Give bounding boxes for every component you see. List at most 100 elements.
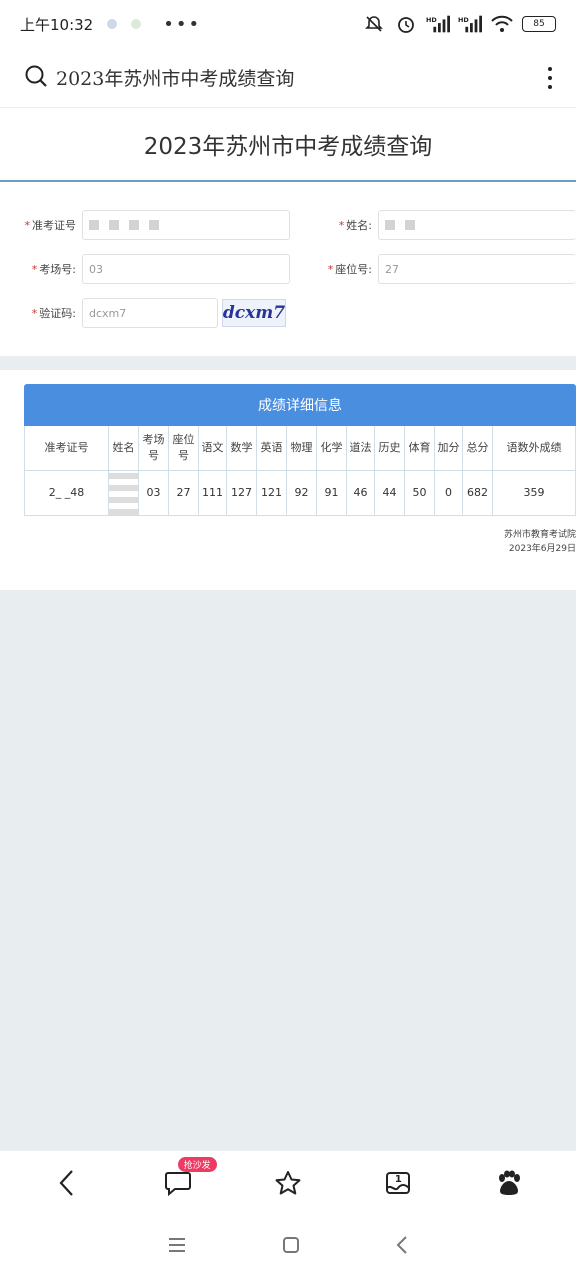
column-value: 92	[294, 486, 309, 500]
signal-icon: HD	[426, 14, 450, 34]
notification-icons: •••	[107, 14, 201, 35]
column-header: 道法	[347, 426, 374, 471]
column-value: 46	[353, 486, 368, 500]
column-header: 语数外成绩	[493, 426, 575, 471]
name-label: * 姓名:	[338, 219, 372, 232]
column-value: 03	[146, 486, 161, 500]
result-column: 语文 111	[199, 426, 227, 515]
back-button[interactable]	[47, 1163, 87, 1203]
column-value: 27	[176, 486, 191, 500]
signal-icon: HD	[458, 14, 482, 34]
column-header: 化学	[317, 426, 346, 471]
column-header: 姓名	[109, 426, 138, 471]
room-row: * 考场号: 03	[14, 254, 290, 284]
column-value: 682	[467, 486, 488, 500]
column-header: 座位号	[169, 426, 198, 471]
column-value: 359	[523, 486, 545, 500]
browser-bottom-bar: 抢沙发 1	[0, 1150, 576, 1214]
result-column: 考场号 03	[139, 426, 169, 515]
search-query[interactable]: 2023年苏州市中考成绩查询	[56, 64, 294, 91]
system-nav-bar	[0, 1214, 576, 1280]
room-input[interactable]: 03	[82, 254, 290, 284]
column-header: 体育	[405, 426, 434, 471]
tab-count: 1	[394, 1173, 402, 1185]
column-header: 物理	[287, 426, 316, 471]
battery-level: 85	[533, 19, 545, 29]
captcha-input[interactable]: dcxm7	[82, 298, 218, 328]
column-header: 语文	[199, 426, 226, 471]
room-label: * 考场号:	[31, 263, 76, 276]
ticket-label: * 准考证号	[24, 219, 77, 232]
column-value: 111	[202, 486, 223, 500]
back-nav-icon[interactable]	[395, 1235, 409, 1259]
result-column: 化学 91	[317, 426, 347, 515]
footer-date: 2023年6月29日	[508, 544, 576, 554]
svg-text:HD: HD	[426, 16, 437, 24]
ticket-row: * 准考证号	[14, 210, 290, 240]
result-column: 准考证号 2_ _48	[25, 426, 109, 515]
result-column: 姓名	[109, 426, 139, 515]
alarm-icon	[394, 14, 418, 34]
comment-button[interactable]: 抢沙发	[158, 1156, 217, 1203]
captcha-row: * 验证码: dcxm7 dcxm7	[14, 298, 286, 328]
column-header: 加分	[435, 426, 462, 471]
captcha-image[interactable]: dcxm7	[222, 299, 286, 327]
column-header: 英语	[257, 426, 286, 471]
result-column: 座位号 27	[169, 426, 199, 515]
svg-text:HD: HD	[458, 16, 469, 24]
column-header: 准考证号	[25, 426, 108, 471]
page-title: 2023年苏州市中考成绩查询	[143, 134, 433, 160]
ticket-input[interactable]	[82, 210, 290, 240]
column-header: 考场号	[139, 426, 168, 471]
column-value: 44	[382, 486, 397, 500]
column-header: 历史	[375, 426, 404, 471]
result-column: 语数外成绩 359	[493, 426, 575, 515]
code-label: * 验证码:	[31, 307, 76, 320]
browser-search-bar[interactable]: 2023年苏州市中考成绩查询	[0, 48, 576, 108]
page-header: 2023年苏州市中考成绩查询	[0, 108, 576, 182]
status-time: 上午10:32	[20, 15, 94, 34]
app-notification-icon	[107, 19, 118, 29]
result-header: 成绩详细信息	[24, 384, 576, 426]
result-column: 道法 46	[347, 426, 375, 515]
battery-icon: 85	[522, 16, 556, 32]
result-column: 总分 682	[463, 426, 493, 515]
name-input[interactable]	[378, 210, 576, 240]
home-nav-icon[interactable]	[281, 1235, 301, 1259]
column-value: 50	[412, 486, 427, 500]
column-value: 127	[231, 486, 252, 500]
result-column: 英语 121	[257, 426, 287, 515]
query-form: * 准考证号 * 姓名: * 考场号: 03 * 座位号: 27 * 验证码: dcxm7…	[0, 182, 576, 356]
result-column: 历史 44	[375, 426, 405, 515]
more-menu-icon[interactable]	[548, 66, 552, 89]
more-notifications-icon: •••	[163, 13, 202, 35]
name-row: * 姓名:	[310, 210, 576, 240]
result-section: 成绩详细信息 准考证号 2_ _48 姓名 考场号 03 座位号 27 语文 111 数学 127 英…	[0, 370, 576, 590]
status-bar: 上午10:32 ••• HD HD 85	[0, 0, 576, 48]
column-header: 总分	[463, 426, 492, 471]
wifi-icon	[490, 14, 514, 34]
search-icon[interactable]	[24, 64, 48, 92]
column-value: 121	[261, 486, 282, 500]
column-value: 91	[324, 486, 339, 500]
result-column: 物理 92	[287, 426, 317, 515]
result-column: 加分 0	[435, 426, 463, 515]
seat-label: * 座位号:	[327, 263, 372, 276]
result-column: 体育 50	[405, 426, 435, 515]
column-value	[109, 470, 138, 515]
app-notification-icon	[131, 19, 142, 29]
column-header: 数学	[227, 426, 256, 471]
column-value: 0	[445, 486, 452, 500]
tabs-button[interactable]: 1	[378, 1163, 418, 1203]
system-icons: HD HD 85	[362, 14, 556, 34]
column-value: 2_ _48	[48, 486, 85, 500]
favorite-button[interactable]	[268, 1163, 308, 1203]
comment-badge: 抢沙发	[177, 1156, 217, 1172]
result-table: 准考证号 2_ _48 姓名 考场号 03 座位号 27 语文 111 数学 127 英语 121 物理 9…	[24, 426, 576, 516]
menu-nav-icon[interactable]	[167, 1236, 187, 1258]
result-column: 数学 127	[227, 426, 257, 515]
baidu-paw-icon[interactable]	[489, 1163, 529, 1203]
footer-org: 苏州市教育考试院	[503, 530, 576, 540]
seat-input[interactable]: 27	[378, 254, 576, 284]
result-footer: 苏州市教育考试院 2023年6月29日	[504, 528, 576, 556]
